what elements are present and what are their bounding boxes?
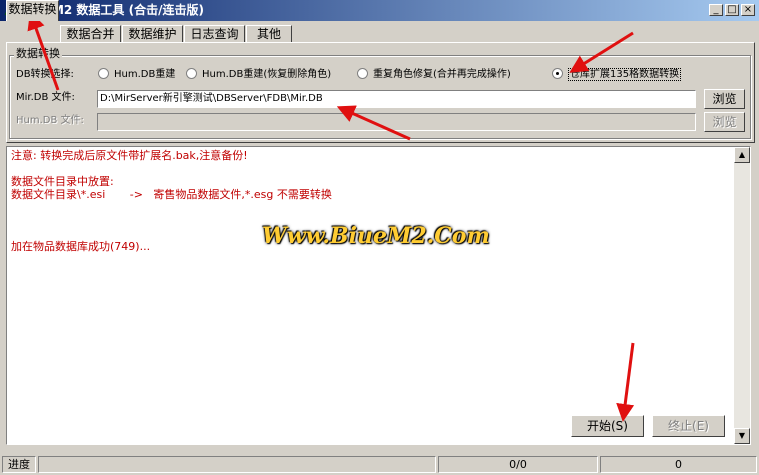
radio-circle bbox=[98, 68, 109, 79]
close-button[interactable]: × bbox=[741, 4, 755, 16]
watermark-text: Www.BiueM2.Com bbox=[262, 223, 490, 249]
scroll-down-button[interactable]: ▼ bbox=[734, 428, 750, 444]
status-progress-label: 进度 bbox=[2, 456, 36, 473]
mir-db-label: Mir.DB 文件: bbox=[16, 92, 75, 103]
status-total-count: 0 bbox=[600, 456, 757, 473]
radio-label: Hum.DB重建(恢复删除角色) bbox=[202, 69, 332, 80]
radio-label: Hum.DB重建 bbox=[114, 69, 176, 80]
maximize-button[interactable]: □ bbox=[725, 4, 739, 16]
radio-storage-135-convert[interactable]: 仓库扩展135格数据转换 bbox=[552, 68, 682, 82]
radio-label: 仓库扩展135格数据转换 bbox=[568, 68, 682, 81]
radio-label: 重复角色修复(合并再完成操作) bbox=[373, 69, 511, 80]
browse-hum-db-button[interactable]: 浏览 bbox=[704, 112, 745, 132]
tab-log-query[interactable]: 日志查询 bbox=[184, 25, 245, 43]
tab-data-convert[interactable]: 数据转换 bbox=[6, 0, 59, 21]
radio-hum-db-rebuild-restore[interactable]: Hum.DB重建(恢复删除角色) bbox=[186, 68, 331, 82]
radio-circle bbox=[357, 68, 368, 79]
scroll-up-button[interactable]: ▲ bbox=[734, 147, 750, 163]
status-bar: 进度 0/0 0 bbox=[0, 455, 759, 475]
hum-db-label: Hum.DB 文件: bbox=[16, 115, 84, 126]
log-line: 数据文件目录\*.esi -> 寄售物品数据文件,*.esg 不需要转换 bbox=[11, 188, 332, 201]
log-line: 加在物品数据库成功(749)... bbox=[11, 240, 151, 253]
radio-hum-db-rebuild[interactable]: Hum.DB重建 bbox=[98, 68, 175, 82]
radio-circle bbox=[186, 68, 197, 79]
status-progress-bar bbox=[38, 456, 436, 473]
tab-data-maintenance[interactable]: 数据维护 bbox=[122, 25, 183, 43]
status-progress-count: 0/0 bbox=[438, 456, 598, 473]
hum-db-path-field[interactable] bbox=[97, 113, 696, 131]
radio-duplicate-role-fix[interactable]: 重复角色修复(合并再完成操作) bbox=[357, 68, 511, 82]
groupbox-title: 数据转换 bbox=[14, 47, 62, 61]
log-line: 数据文件目录中放置: bbox=[11, 175, 114, 188]
stop-button[interactable]: 终止(E) bbox=[652, 415, 725, 437]
mir-db-path-field[interactable]: D:\MirServer新引擎测试\DBServer\FDB\Mir.DB bbox=[97, 90, 696, 108]
browse-mir-db-button[interactable]: 浏览 bbox=[704, 89, 745, 109]
title-bar: BlueM2 数据工具 (合击/连击版) _ □ × bbox=[0, 0, 759, 21]
tab-other[interactable]: 其他 bbox=[246, 25, 292, 43]
radio-circle-selected bbox=[552, 68, 563, 79]
start-button[interactable]: 开始(S) bbox=[571, 415, 644, 437]
log-output[interactable]: 注意: 转换完成后原文件带扩展名.bak,注意备份! 数据文件目录中放置: 数据文件… bbox=[6, 146, 751, 445]
db-select-label: DB转换选择: bbox=[16, 69, 74, 80]
minimize-button[interactable]: _ bbox=[709, 4, 723, 16]
log-line: 注意: 转换完成后原文件带扩展名.bak,注意备份! bbox=[11, 149, 248, 162]
main-window: BlueM2 数据工具 (合击/连击版) _ □ × 数据转换 数据合并 数据维… bbox=[0, 0, 759, 475]
log-scrollbar[interactable]: ▲ ▼ bbox=[734, 147, 750, 444]
tab-data-merge[interactable]: 数据合并 bbox=[60, 25, 121, 43]
